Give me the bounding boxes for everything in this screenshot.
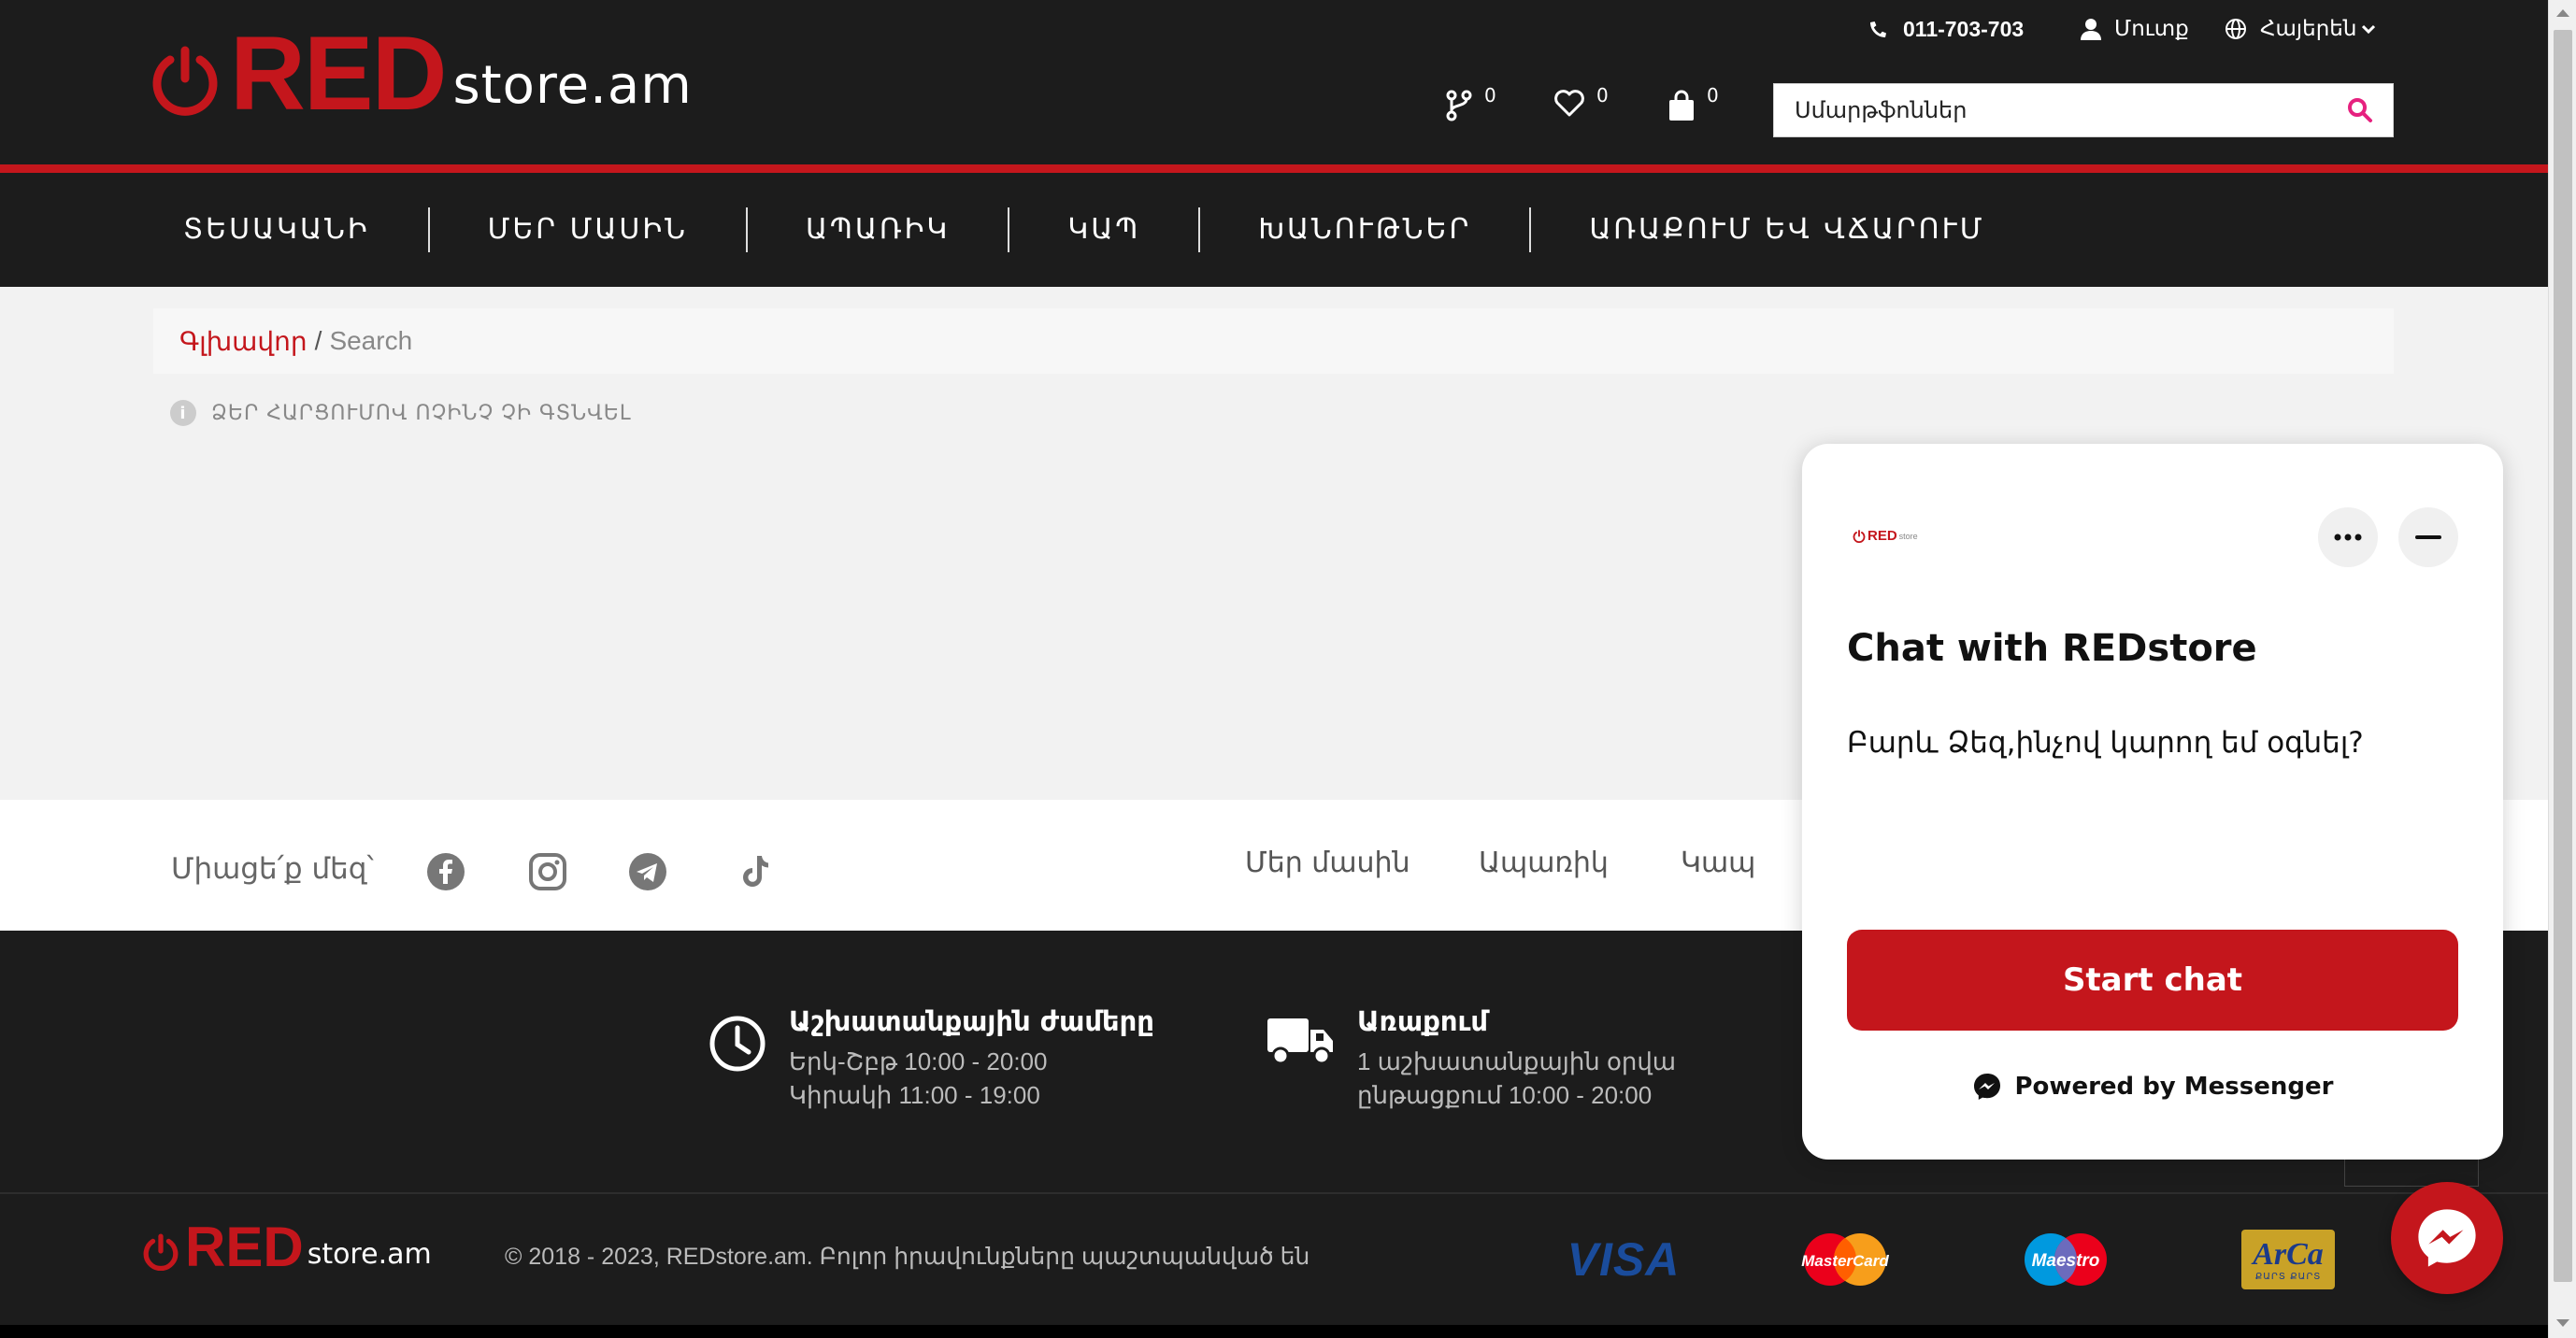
chat-minimize-button[interactable] <box>2398 507 2458 567</box>
chat-logo-store: store <box>1898 531 1918 541</box>
page-scrollbar[interactable] <box>2548 0 2576 1338</box>
chevron-down-icon <box>2362 24 2376 34</box>
maestro-label: Maestro <box>2032 1251 2100 1271</box>
main-nav: ՏԵՍԱԿԱՆԻ ՄԵՐ ՄԱՍԻՆ ԱՊԱՌԻԿ ԿԱՊ ԽԱՆՈՒԹՆԵՐ … <box>0 173 2548 287</box>
scroll-up-arrow[interactable] <box>2556 9 2569 17</box>
tiktok-icon[interactable] <box>737 852 776 891</box>
chat-logo-red: RED <box>1868 528 1897 544</box>
maestro-logo: Maestro <box>2017 1230 2114 1289</box>
wishlist-count: 0 <box>1596 84 1609 107</box>
breadcrumb: Գլխավոր / Search <box>153 308 2394 374</box>
footer-logo-store: store.am <box>307 1238 432 1271</box>
delivery-line-1: 1 աշխատանքային օրվա <box>1357 1047 1677 1075</box>
compare-icon <box>1446 90 1472 121</box>
logo-red: RED <box>230 15 447 132</box>
chat-more-button[interactable] <box>2318 507 2378 567</box>
cart-button[interactable]: 0 <box>1667 84 1719 121</box>
messenger-icon <box>1973 1074 2000 1100</box>
hours-title: Աշխատանքային ժամերը <box>789 1005 1154 1037</box>
maestro-icon: Maestro <box>2025 1233 2107 1286</box>
footer-link-about[interactable]: Մեր մասին <box>1245 847 1410 879</box>
shopping-bag-icon <box>1669 90 1694 121</box>
login-link[interactable]: Մուտք <box>2081 13 2189 45</box>
search-icon <box>2348 98 2372 122</box>
arca-logo: ArCa ՔԱՐՏ ՔԱՐՏ <box>2241 1230 2335 1289</box>
power-icon <box>152 46 218 116</box>
arca-sublabel: ՔԱՐՏ ՔԱՐՏ <box>2254 1271 2322 1282</box>
arca-label: ArCa <box>2253 1236 2324 1272</box>
nav-item-delivery[interactable]: ԱՌԱՔՈՒՄ ԵՎ ՎՃԱՐՈՒՄ <box>1531 207 2042 252</box>
clock-icon <box>709 1016 766 1072</box>
minimize-icon <box>2415 535 2441 539</box>
more-icon <box>2334 534 2362 541</box>
search-button[interactable] <box>2327 84 2393 136</box>
nav-item-contact[interactable]: ԿԱՊ <box>1009 207 1201 252</box>
powered-by-label: Powered by Messenger <box>2014 1073 2334 1101</box>
join-us-label: Միացե՛ք մեզ՝ <box>171 852 374 886</box>
copyright: © 2018 - 2023, REDstore.am. Բոլոր իրավու… <box>505 1244 1310 1270</box>
logo-store: store.am <box>452 55 693 116</box>
messenger-launcher-button[interactable] <box>2391 1182 2503 1294</box>
cart-count: 0 <box>1707 84 1719 107</box>
start-chat-button[interactable]: Start chat <box>1847 930 2458 1031</box>
language-select[interactable]: Հայերեն <box>2225 13 2376 45</box>
messenger-icon <box>2418 1209 2476 1267</box>
working-hours: Աշխատանքային ժամերը Երկ-Շբթ 10:00 - 20:0… <box>708 1005 1154 1112</box>
footer-link-installment[interactable]: Ապառիկ <box>1479 847 1609 879</box>
visa-logo: VISA <box>1567 1233 1681 1286</box>
mastercard-icon: MasterCard <box>1801 1233 1889 1286</box>
phone-icon <box>1870 21 1886 37</box>
nav-item-catalog[interactable]: ՏԵՍԱԿԱՆԻ <box>150 207 430 252</box>
instagram-icon[interactable] <box>528 852 567 891</box>
messenger-chat-panel: RED store Chat with REDstore Բարև Ձեզ,ին… <box>1802 444 2503 1160</box>
footer-strip <box>0 1325 2548 1338</box>
compare-button[interactable]: 0 <box>1445 84 1496 121</box>
language-label: Հայերեն <box>2260 17 2357 41</box>
globe-icon <box>2225 19 2246 39</box>
scroll-thumb[interactable] <box>2554 30 2572 1282</box>
user-icon <box>2081 19 2101 40</box>
mastercard-label: MasterCard <box>1801 1252 1889 1270</box>
breadcrumb-current: Search <box>329 326 413 355</box>
footer-logo[interactable]: RED store.am <box>142 1216 432 1278</box>
delivery-line-2: ընթացքում 10:00 - 20:00 <box>1357 1081 1653 1109</box>
wishlist-button[interactable]: 0 <box>1553 84 1609 118</box>
hours-weekdays: Երկ-Շբթ 10:00 - 20:00 <box>789 1047 1048 1075</box>
no-results-text: ՁԵՐ ՀԱՐՑՈՒՄՈՎ ՈՉԻՆՉ ՉԻ ԳՏՆՎԵԼ <box>211 401 632 425</box>
nav-item-installment[interactable]: ԱՊԱՌԻԿ <box>748 207 1010 252</box>
login-label: Մուտք <box>2114 17 2189 41</box>
facebook-icon[interactable] <box>426 852 465 891</box>
delivery-info: Առաքում 1 աշխատանքային օրվա ընթացքում 10… <box>1266 1005 1676 1112</box>
breadcrumb-home[interactable]: Գլխավոր <box>179 326 308 357</box>
scroll-down-arrow[interactable] <box>2556 1319 2569 1327</box>
phone-link[interactable]: 011-703-703 <box>1868 13 2024 45</box>
search-bar <box>1773 83 2394 137</box>
info-icon: i <box>170 400 196 426</box>
power-icon <box>143 1233 179 1271</box>
no-results-notice: i ՁԵՐ ՀԱՐՑՈՒՄՈՎ ՈՉԻՆՉ ՉԻ ԳՏՆՎԵԼ <box>170 400 632 426</box>
site-logo[interactable]: RED store.am <box>150 15 693 132</box>
header-divider <box>0 164 2548 173</box>
delivery-title: Առաքում <box>1357 1005 1489 1037</box>
mastercard-logo: MasterCard <box>1796 1230 1894 1289</box>
chat-greeting: Բարև Ձեզ,ինչով կարող եմ օգնել? <box>1847 726 2364 760</box>
nav-item-about[interactable]: ՄԵՐ ՄԱՍԻՆ <box>430 207 748 252</box>
power-icon <box>1853 529 1866 543</box>
nav-item-stores[interactable]: ԽԱՆՈՒԹՆԵՐ <box>1200 207 1532 252</box>
footer-logo-red: RED <box>185 1216 304 1278</box>
search-input[interactable] <box>1774 84 2327 136</box>
phone-number: 011-703-703 <box>1903 16 2025 41</box>
footer-link-contact[interactable]: Կապ <box>1681 847 1755 879</box>
hours-sunday: Կիրակի 11:00 - 19:00 <box>789 1081 1040 1109</box>
compare-count: 0 <box>1484 84 1496 107</box>
heart-icon <box>1554 90 1584 117</box>
chat-logo: RED store <box>1853 528 1918 544</box>
breadcrumb-separator: / <box>314 326 322 355</box>
telegram-icon[interactable] <box>628 852 667 891</box>
powered-by-messenger: Powered by Messenger <box>1802 1072 2503 1102</box>
truck-icon <box>1267 1018 1333 1065</box>
chat-title: Chat with REDstore <box>1847 627 2257 670</box>
